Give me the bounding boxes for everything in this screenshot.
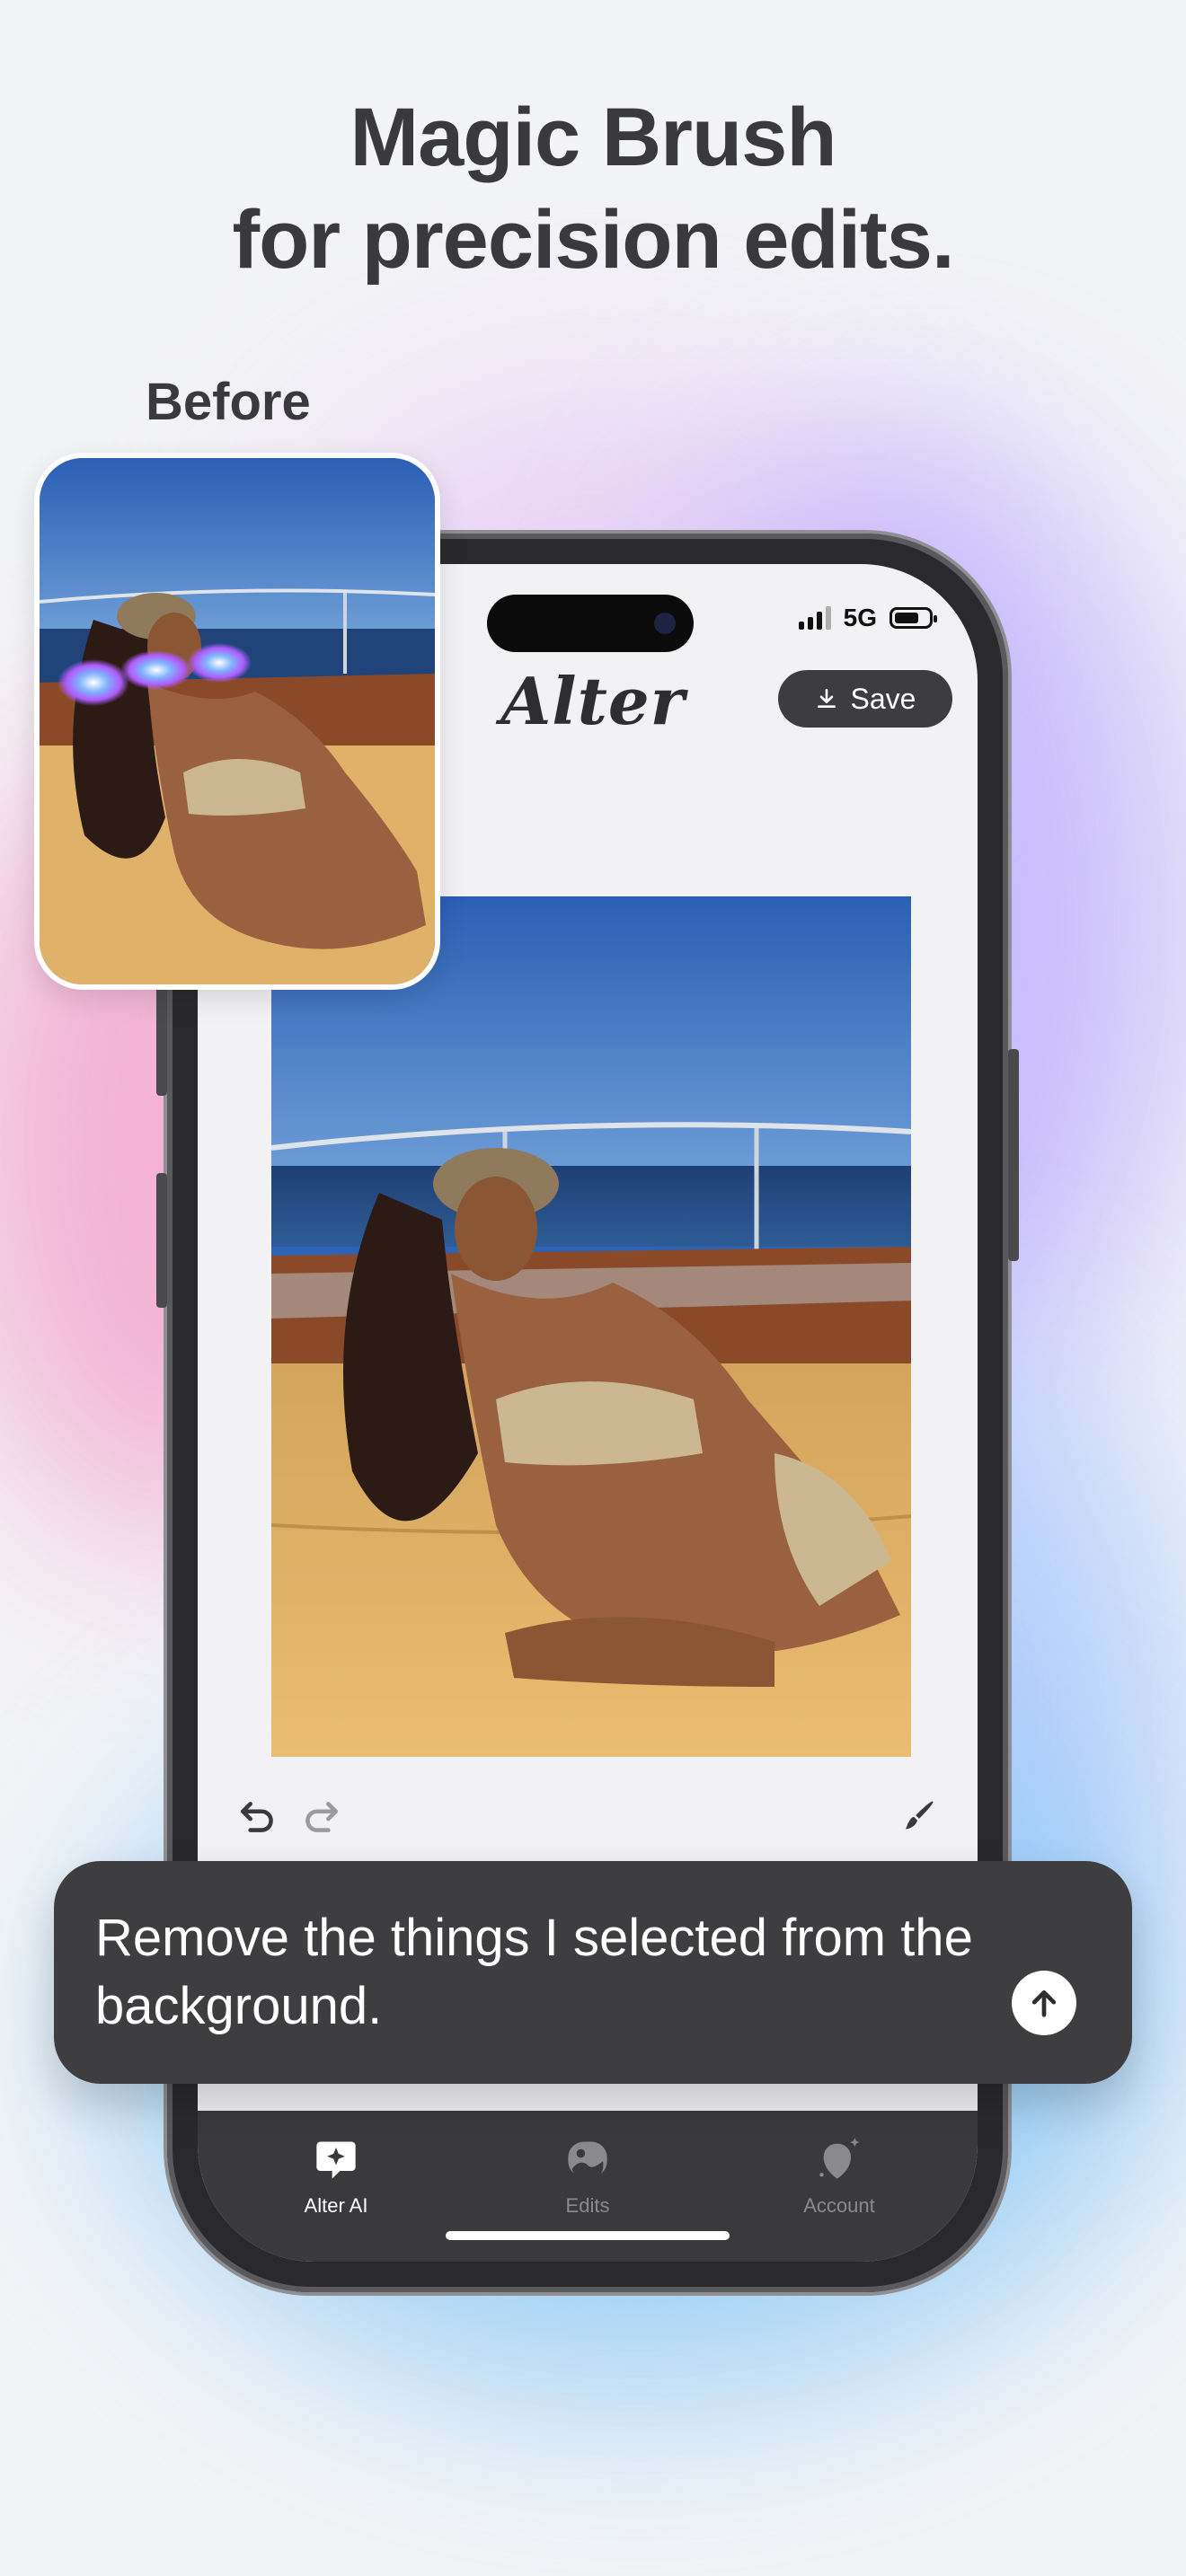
tab-account[interactable]: Account <box>749 2136 929 2218</box>
network-label: 5G <box>843 604 877 631</box>
signal-icon <box>798 606 831 630</box>
arrow-up-icon <box>1031 1990 1057 2017</box>
camera-dot <box>654 613 676 634</box>
photo-illustration <box>271 896 911 1757</box>
chat-sparkle-icon <box>316 2141 356 2179</box>
status-bar: 5G <box>798 600 937 636</box>
battery-icon <box>890 607 937 629</box>
prompt-bubble[interactable]: Remove the things I selected from the ba… <box>54 1861 1132 2084</box>
dynamic-island <box>487 595 694 652</box>
save-label: Save <box>850 682 916 715</box>
tab-label-edits: Edits <box>565 2194 610 2217</box>
brush-icon[interactable] <box>898 1795 940 1836</box>
headline-line-2: for precision edits. <box>232 194 954 286</box>
prompt-text: Remove the things I selected from the ba… <box>95 1909 973 2035</box>
side-button-left-2 <box>156 1173 167 1308</box>
home-indicator <box>446 2231 730 2240</box>
tab-label-alter-ai: Alter AI <box>304 2194 368 2217</box>
avatar-sparkle-icon <box>819 2138 860 2179</box>
side-button-right <box>1008 1049 1019 1261</box>
undo-icon[interactable] <box>235 1795 280 1839</box>
app-logo: Alter <box>500 663 686 739</box>
headline: Magic Brush for precision edits. <box>0 86 1186 291</box>
before-thumbnail <box>34 453 440 990</box>
tab-edits[interactable]: Edits <box>498 2136 677 2218</box>
save-button[interactable]: Save <box>778 670 952 728</box>
send-button[interactable] <box>1012 1971 1076 2035</box>
headline-line-1: Magic Brush <box>350 92 836 183</box>
gallery-icon <box>568 2141 607 2177</box>
download-icon <box>817 688 836 708</box>
before-photo-illustration <box>40 458 435 984</box>
tab-alter-ai[interactable]: Alter AI <box>246 2136 426 2218</box>
before-label: Before <box>146 373 311 431</box>
redo-icon[interactable] <box>298 1795 343 1839</box>
tab-label-account: Account <box>803 2194 875 2217</box>
edited-photo[interactable] <box>271 896 911 1757</box>
side-button-left-1 <box>156 979 167 1096</box>
